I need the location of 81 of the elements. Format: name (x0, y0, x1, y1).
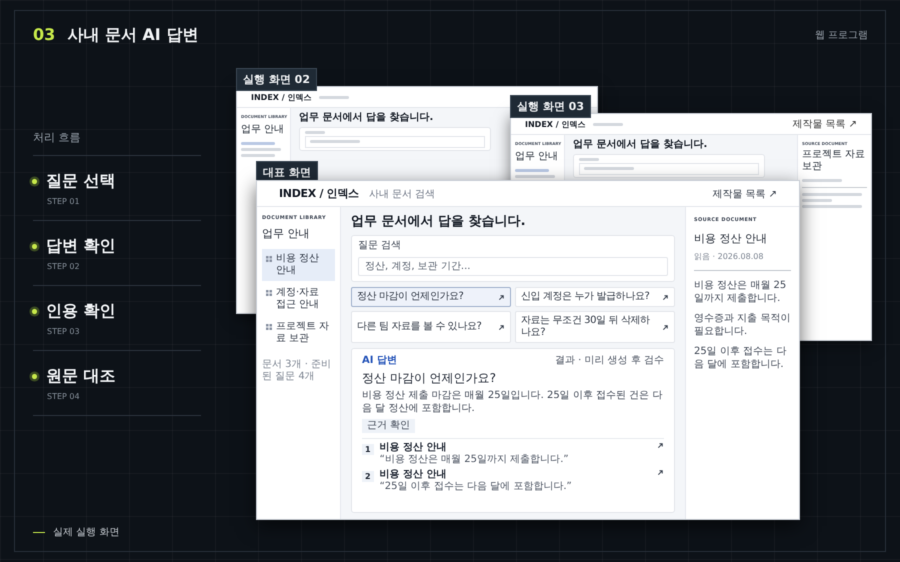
document-paragraph: 영수증과 지출 목적이 필요합니다. (694, 312, 791, 338)
list-link[interactable]: 제작물 목록 ↗ (792, 117, 857, 131)
field-label: 질문 검색 (358, 240, 402, 252)
logo-text: INDEX / 인덱스 (525, 118, 586, 130)
section-number: 03 (33, 25, 56, 44)
text-line (802, 193, 862, 196)
step-title: 인용 확인 (46, 301, 116, 321)
arrow-icon (662, 324, 669, 330)
screen-label: 실행 화면 03 (510, 95, 591, 118)
sidebar-item[interactable]: 프로젝트 자료 보관 (262, 317, 335, 349)
question-button[interactable]: 신입 계정은 누가 발급하나요? (515, 287, 675, 307)
section-title: 사내 문서 AI 답변 (67, 25, 198, 46)
answer-text: 비용 정산 제출 마감은 매월 25일입니다. 25일 이후 접수된 건은 다음 달 정산에 포함합니다. (362, 389, 664, 415)
document-title: 비용 정산 안내 (694, 231, 768, 246)
citation-number: 1 (362, 444, 374, 455)
bullet-icon (29, 306, 40, 316)
answer-question: 정산 마감이 언제인가요? (362, 371, 497, 386)
arrow-icon (498, 294, 505, 300)
text-line (802, 205, 862, 208)
document-title: 프로젝트 자료 보관 (802, 149, 866, 173)
step-number: STEP 03 (47, 327, 81, 336)
document-paragraph: 비용 정산은 매월 25일까지 제출합니다. (694, 279, 788, 305)
grid-icon (266, 324, 272, 330)
citation-number: 2 (362, 471, 374, 482)
footer-caption: 실제 실행 화면 (53, 526, 120, 539)
citation-title: 비용 정산 안내 (380, 469, 448, 481)
logo-text: INDEX / 인덱스 (279, 186, 359, 201)
step-title: 답변 확인 (46, 236, 116, 256)
answer-status: 결과 · 미리 생성 후 검수 (554, 355, 664, 367)
bullet-icon (29, 176, 40, 186)
sidebar-item[interactable]: 계정·자료 접근 안내 (262, 283, 335, 315)
text-line (319, 96, 350, 98)
bullet-icon (29, 370, 40, 382)
step-number: STEP 02 (47, 262, 81, 271)
logo-text: INDEX / 인덱스 (251, 92, 312, 102)
text-line (241, 154, 275, 157)
arrow-icon (498, 324, 505, 330)
step-title: 원문 대조 (46, 366, 116, 386)
text-line (802, 199, 832, 202)
grid-icon (266, 256, 272, 262)
library-summary: 문서 3개 · 준비된 질문 4개 (262, 359, 332, 383)
grid-icon (266, 290, 272, 296)
arrow-icon[interactable] (657, 469, 664, 476)
citation-title: 비용 정산 안내 (380, 442, 448, 454)
text-line (241, 142, 275, 145)
search-field[interactable]: 정산, 계정, 보관 기간... (358, 257, 668, 276)
list-link[interactable]: 제작물 목록 ↗ (712, 186, 777, 200)
citation-quote: “25일 이후 접수는 다음 달에 포함합니다.” (380, 481, 573, 493)
bullet-icon (29, 240, 40, 252)
text-line (241, 148, 281, 151)
sidebar-title: 업무 안내 (262, 226, 310, 241)
answer-tag: AI 답변 (362, 355, 397, 367)
page-heading: 업무 문서에서 답을 찾습니다. (299, 112, 434, 124)
arrow-icon[interactable] (657, 442, 664, 449)
document-paragraph: 25일 이후 접수는 다음 달에 포함합니다. (694, 345, 788, 371)
text-line (593, 122, 624, 126)
step-number: STEP 01 (47, 197, 81, 206)
question-button[interactable]: 다른 팀 자료를 볼 수 있나요? (351, 311, 511, 343)
sidebar-title: 업무 안내 (241, 123, 286, 136)
search-field[interactable] (305, 136, 485, 148)
search-field[interactable] (579, 163, 759, 175)
text-line (802, 179, 842, 182)
arrow-icon (662, 294, 669, 300)
category-label: 웹 프로그램 (814, 29, 868, 42)
step-title: 질문 선택 (46, 171, 116, 191)
question-button[interactable]: 정산 마감이 언제인가요? (351, 287, 511, 307)
citation-quote: “비용 정산은 매월 25일까지 제출합니다.” (380, 454, 570, 466)
step-number: STEP 04 (47, 392, 81, 401)
sidebar-title: 업무 안내 (515, 150, 560, 163)
text-line (305, 131, 325, 134)
text-line (579, 158, 599, 161)
flow-title: 처리 흐름 (33, 130, 201, 156)
evidence-button[interactable]: 근거 확인 (362, 419, 416, 433)
screen-label: 실행 화면 02 (236, 68, 317, 91)
document-date: 읽음 · 2026.08.08 (694, 251, 764, 262)
page-heading: 업무 문서에서 답을 찾습니다. (573, 139, 708, 151)
question-button[interactable]: 자료는 무조건 30일 뒤 삭제하나요? (515, 311, 675, 343)
header-subtitle: 사내 문서 검색 (368, 188, 436, 200)
text-line (515, 169, 549, 172)
sidebar-item[interactable]: 비용 정산 안내 (262, 249, 335, 281)
page-heading: 업무 문서에서 답을 찾습니다. (351, 213, 527, 230)
